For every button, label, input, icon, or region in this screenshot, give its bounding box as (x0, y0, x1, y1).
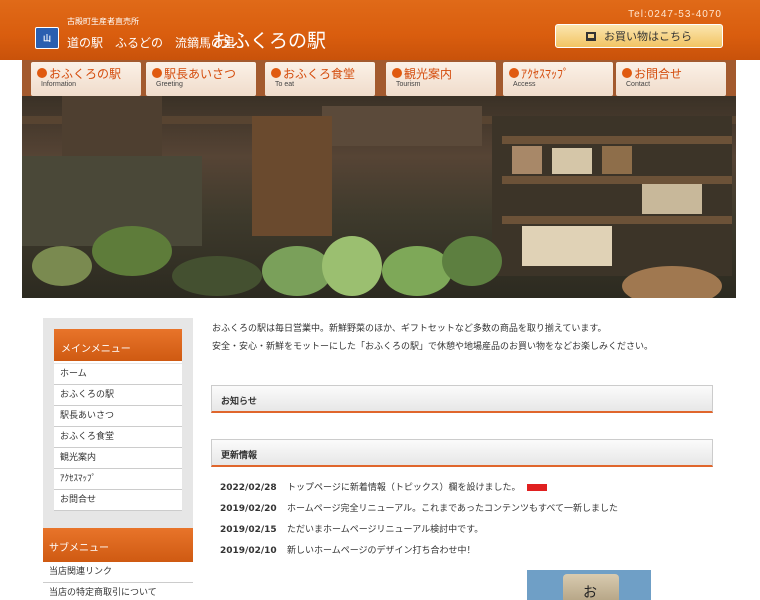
menu-item-to-eat[interactable]: おふくろ食堂 (54, 427, 182, 448)
sub-item-commerce-law[interactable]: 当店の特定商取引について (43, 583, 193, 600)
hero-store-photo (22, 96, 736, 298)
update-text: 新しいホームページのデザイン打ち合わせ中！ (287, 546, 476, 556)
nav-item-greeting[interactable]: 駅長あいさつ Greeting (146, 62, 256, 96)
nav-bullet-icon (622, 68, 632, 78)
update-text-with-badge: トップページに新着情報（トピックス）欄を設けました。 (287, 478, 547, 499)
sub-menu-header: サブメニュー (43, 528, 193, 562)
site-tagline: 古殿町生産者直売所 (67, 17, 139, 26)
nav-bullet-icon (392, 68, 402, 78)
intro-text: おふくろの駅は毎日営業中。新鮮野菜のほか、ギフトセットなど多数の商品を取り揃えて… (212, 320, 653, 356)
intro-line: おふくろの駅は毎日営業中。新鮮野菜のほか、ギフトセットなど多数の商品を取り揃えて… (212, 324, 607, 334)
nav-item-contact[interactable]: お問合せ Contact (616, 62, 726, 96)
sub-item-links[interactable]: 当店関連リンク (43, 562, 193, 583)
sub-menu-title: サブメニュー (49, 543, 109, 554)
lantern-image: お (563, 574, 619, 600)
menu-item-contact[interactable]: お問合せ (54, 490, 182, 511)
menu-item-access[interactable]: ｱｸｾｽﾏｯﾌﾟ (54, 469, 182, 490)
main-menu-title: メインメニュー (61, 344, 131, 355)
sidebar: メインメニュー ホーム おふくろの駅 駅長あいさつ おふくろ食堂 観光案内 ｱｸ… (43, 318, 193, 600)
notice-panel-header: お知らせ (211, 385, 713, 413)
update-date: 2019/02/10 (220, 546, 277, 556)
global-nav: おふくろの駅 Information 駅長あいさつ Greeting おふくろ食… (22, 60, 736, 96)
update-text: トップページに新着情報（トピックス）欄を設けました。 (287, 483, 521, 493)
updates-title: 更新情報 (221, 451, 258, 461)
site-logo[interactable]: 山 (35, 27, 59, 49)
menu-item-greeting[interactable]: 駅長あいさつ (54, 406, 182, 427)
nav-bullet-icon (37, 68, 47, 78)
banner-image[interactable]: お (527, 570, 651, 600)
nav-bullet-icon (271, 68, 281, 78)
phone-number: Tel:0247-53-4070 (628, 9, 722, 20)
nav-sublabel: Tourism (396, 81, 421, 88)
nav-sublabel: Contact (626, 81, 651, 88)
nav-bullet-icon (509, 68, 519, 78)
update-text: ホームページ完全リニューアル。これまであったコンテンツもすべて一新しました (287, 504, 619, 514)
nav-label: おふくろ食堂 (283, 67, 356, 81)
list-item: 2019/02/10 新しいホームページのデザイン打ち合わせ中！ (212, 541, 712, 562)
main-menu-list: ホーム おふくろの駅 駅長あいさつ おふくろ食堂 観光案内 ｱｸｾｽﾏｯﾌﾟ お… (54, 364, 182, 511)
nav-label: お問合せ (634, 67, 683, 81)
nav-item-information[interactable]: おふくろの駅 Information (31, 62, 141, 96)
site-header: 山 古殿町生産者直売所 道の駅 ふるどの 流鏑馬の里 おふくろの駅 Tel:02… (0, 0, 760, 60)
computer-icon (586, 31, 596, 41)
new-badge (526, 484, 547, 491)
update-date: 2022/02/28 (220, 483, 277, 493)
update-date: 2019/02/20 (220, 504, 277, 514)
nav-item-to-eat[interactable]: おふくろ食堂 To eat (265, 62, 375, 96)
nav-item-access[interactable]: ｱｸｾｽﾏｯﾌﾟ Access (503, 62, 613, 96)
updates-panel-header: 更新情報 (211, 439, 713, 467)
site-title[interactable]: おふくろの駅 (212, 26, 326, 53)
list-item: 2019/02/20 ホームページ完全リニューアル。これまであったコンテンツもす… (212, 499, 712, 520)
menu-item-tourism[interactable]: 観光案内 (54, 448, 182, 469)
nav-sublabel: Greeting (156, 81, 183, 88)
menu-item-information[interactable]: おふくろの駅 (54, 385, 182, 406)
site-subtitle: 道の駅 ふるどの 流鏑馬の里 (67, 36, 236, 50)
shopping-button[interactable]: お買い物はこちら (555, 24, 723, 48)
nav-sublabel: Access (513, 81, 536, 88)
nav-label: おふくろの駅 (49, 67, 122, 81)
banner-glyph: お (583, 585, 597, 600)
main-menu-header: メインメニュー (54, 329, 182, 363)
update-date: 2019/02/15 (220, 525, 277, 535)
list-item: 2019/02/15 ただいまホームページリニューアル検討中です。 (212, 520, 712, 541)
nav-sublabel: Information (41, 81, 77, 88)
nav-label: 駅長あいさつ (164, 67, 237, 81)
intro-line: 安全・安心・新鮮をモットーにした「おふくろの駅」で休憩や地場産品のお買い物をなど… (212, 342, 654, 352)
nav-label: 観光案内 (404, 67, 453, 81)
notice-title: お知らせ (221, 397, 257, 407)
nav-label: ｱｸｾｽﾏｯﾌﾟ (521, 67, 570, 81)
nav-bullet-icon (152, 68, 162, 78)
nav-sublabel: To eat (275, 81, 295, 88)
menu-item-home[interactable]: ホーム (54, 364, 182, 385)
list-item: 2022/02/28 トップページに新着情報（トピックス）欄を設けました。 (212, 478, 712, 499)
updates-list: 2022/02/28 トップページに新着情報（トピックス）欄を設けました。 20… (212, 478, 712, 562)
shopping-button-label: お買い物はこちら (604, 30, 692, 43)
sub-menu-list: 当店関連リンク 当店の特定商取引について (43, 562, 193, 600)
nav-item-tourism[interactable]: 観光案内 Tourism (386, 62, 496, 96)
logo-mark: 山 (43, 33, 51, 43)
update-text: ただいまホームページリニューアル検討中です。 (287, 525, 484, 535)
